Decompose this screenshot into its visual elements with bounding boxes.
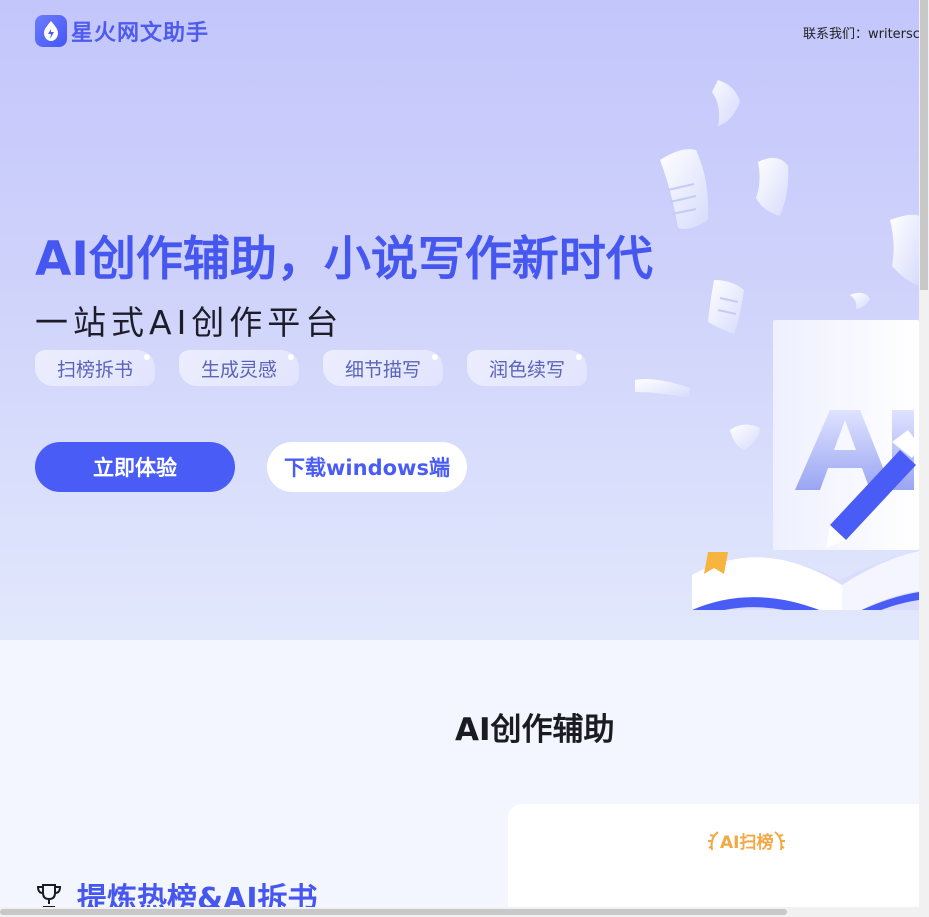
tag-detail-writing: 细节描写 <box>323 350 443 386</box>
page: 星火网文助手 联系我们：writersc AI创作辅助，小说写作新时代 一站式A… <box>0 0 929 917</box>
try-now-button[interactable]: 立即体验 <box>35 442 235 492</box>
tag-dot-icon <box>288 354 294 360</box>
flying-page-icon <box>712 80 740 126</box>
logo[interactable]: 星火网文助手 <box>35 15 209 47</box>
hero-illustration <box>635 80 919 610</box>
hero-headline: AI创作辅助，小说写作新时代 <box>35 232 653 287</box>
badge-label: AI扫榜 <box>720 833 774 853</box>
download-windows-button[interactable]: 下载windows端 <box>267 442 467 492</box>
vertical-scrollbar-thumb[interactable] <box>920 0 928 290</box>
tag-dot-icon <box>144 354 150 360</box>
features-section: AI创作辅助 提炼热榜&AI拆书 AI扫榜 <box>0 640 919 917</box>
ai-scan-rank-badge: AI扫榜 <box>708 828 786 853</box>
tag-inspiration: 生成灵感 <box>179 350 299 386</box>
hero-section: 星火网文助手 联系我们：writersc AI创作辅助，小说写作新时代 一站式A… <box>0 0 919 640</box>
laurel-right-icon <box>774 830 786 850</box>
horizontal-scrollbar[interactable] <box>0 907 919 917</box>
feature-tags: 扫榜拆书 生成灵感 细节描写 润色续写 <box>35 350 611 386</box>
book-icon <box>692 550 919 610</box>
trophy-icon <box>36 884 62 908</box>
hero-subline: 一站式AI创作平台 <box>35 303 344 342</box>
tag-dot-icon <box>576 354 582 360</box>
feature-card: AI扫榜 <box>508 804 919 917</box>
horizontal-scrollbar-thumb[interactable] <box>0 909 787 915</box>
contact-link[interactable]: 联系我们：writersc <box>803 23 919 42</box>
tag-label: 细节描写 <box>344 358 421 381</box>
section-title: AI创作辅助 <box>455 712 615 748</box>
tag-polish-continue: 润色续写 <box>467 350 587 386</box>
tag-label: 生成灵感 <box>200 358 277 381</box>
tag-label: 润色续写 <box>488 358 565 381</box>
logo-icon <box>35 15 67 47</box>
tag-dot-icon <box>432 354 438 360</box>
tag-label: 扫榜拆书 <box>56 358 133 381</box>
logo-text: 星火网文助手 <box>71 21 210 46</box>
laurel-left-icon <box>708 830 719 850</box>
vertical-scrollbar[interactable] <box>919 0 929 917</box>
tag-scan-rank: 扫榜拆书 <box>35 350 155 386</box>
